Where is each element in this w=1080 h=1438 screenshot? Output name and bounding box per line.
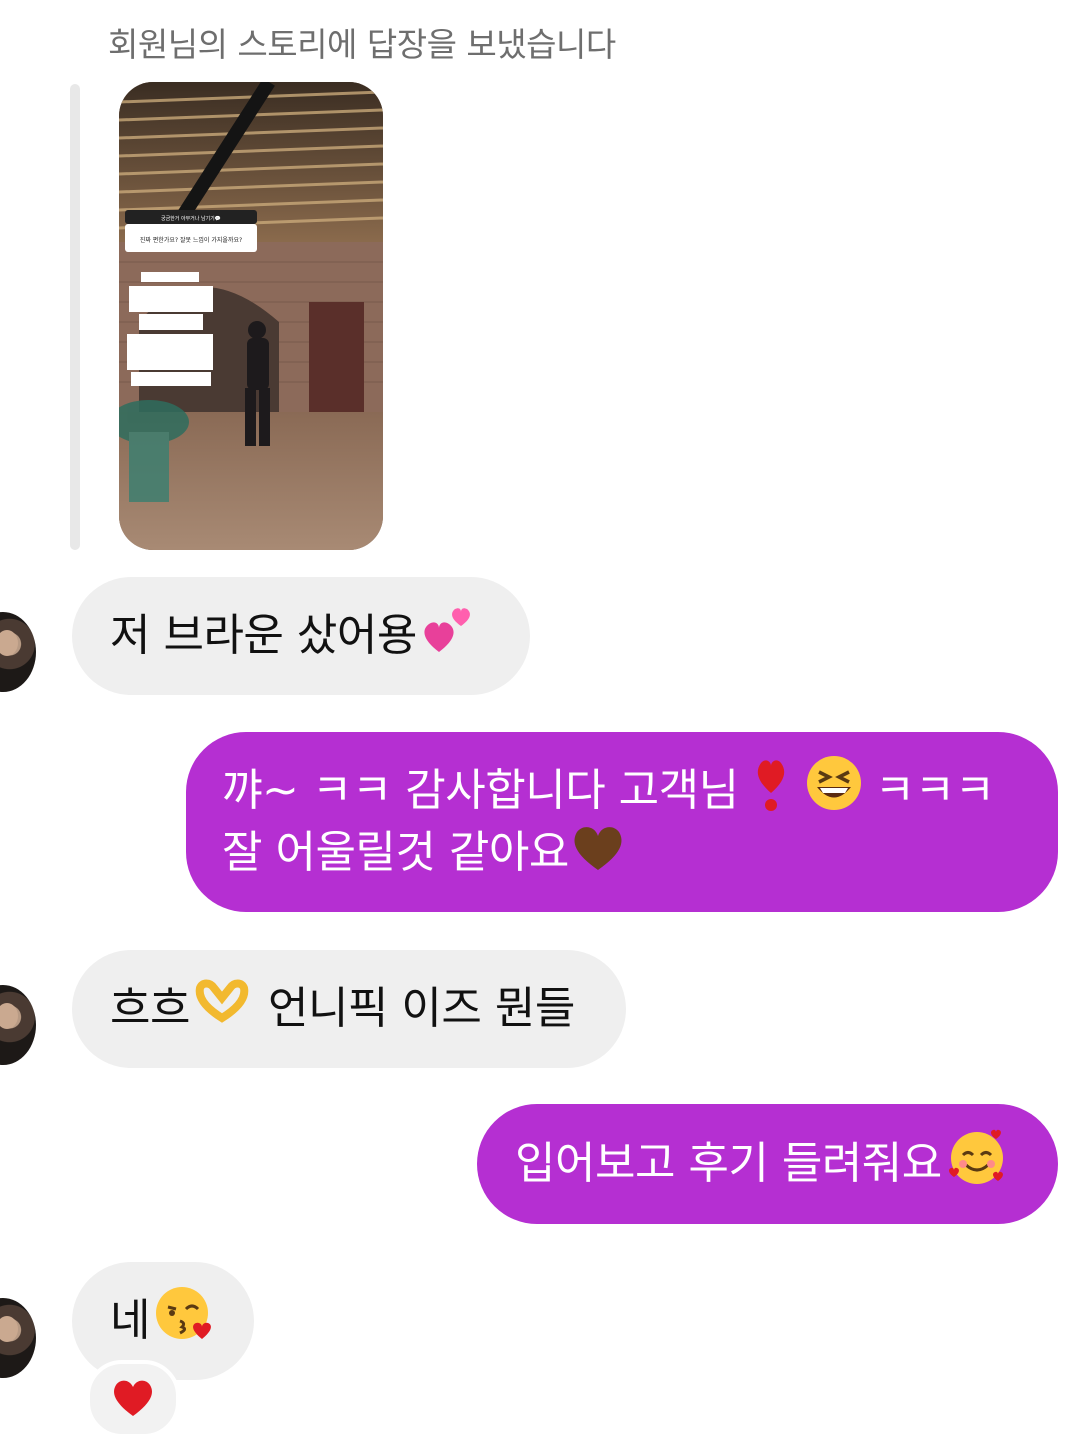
heart-hands-icon	[192, 976, 252, 1043]
face-blowing-kiss-icon	[154, 1283, 214, 1360]
reply-bar	[70, 84, 80, 550]
avatar[interactable]	[0, 985, 36, 1065]
incoming-message[interactable]: 저 브라운 샀어용	[72, 577, 530, 695]
incoming-message[interactable]: 네	[72, 1262, 254, 1380]
message-reaction[interactable]	[86, 1360, 180, 1438]
two-hearts-icon	[421, 600, 477, 673]
smiling-face-with-hearts-icon	[946, 1125, 1008, 1204]
story-image: 궁금한거 아무거나 남기기💬 진짜 편한가요? 잘못 느낌이 가지올까요?	[119, 82, 383, 550]
story-sticker-title: 궁금한거 아무거나 남기기💬	[161, 215, 222, 222]
message-text-line2: 잘 어울릴것 같아요	[222, 827, 569, 878]
brown-heart-icon	[569, 816, 627, 891]
avatar[interactable]	[0, 612, 36, 692]
message-text-line1-tail: ㅋㅋㅋ	[874, 765, 995, 816]
outgoing-message[interactable]: 꺄~ ㅋㅋ 감사합니다 고객님 ㅋㅋㅋ 잘 어울릴것 같아요	[186, 732, 1058, 912]
message-text-line1: 꺄~ ㅋㅋ 감사합니다 고객님	[222, 765, 739, 816]
message-text: 네	[110, 1295, 150, 1346]
incoming-message[interactable]: 흐흐 언니픽 이즈 뭔들	[72, 950, 626, 1068]
message-text-after: 언니픽 이즈 뭔들	[267, 983, 575, 1034]
message-text: 저 브라운 샀어용	[110, 610, 417, 661]
system-note: 회원님의 스토리에 답장을 보냈습니다	[108, 25, 616, 64]
outgoing-message[interactable]: 입어보고 후기 들려줘요	[477, 1104, 1058, 1224]
story-sticker-question: 진짜 편한가요? 잘못 느낌이 가지올까요?	[140, 236, 242, 244]
grinning-squinting-face-icon	[805, 754, 863, 829]
red-exclamation-icon	[753, 753, 789, 830]
avatar[interactable]	[0, 1298, 36, 1378]
story-thumbnail[interactable]: 궁금한거 아무거나 남기기💬 진짜 편한가요? 잘못 느낌이 가지올까요?	[119, 82, 383, 550]
message-text-before: 흐흐	[110, 983, 190, 1034]
message-text: 입어보고 후기 들려줘요	[515, 1138, 942, 1189]
red-heart-icon	[110, 1376, 156, 1422]
